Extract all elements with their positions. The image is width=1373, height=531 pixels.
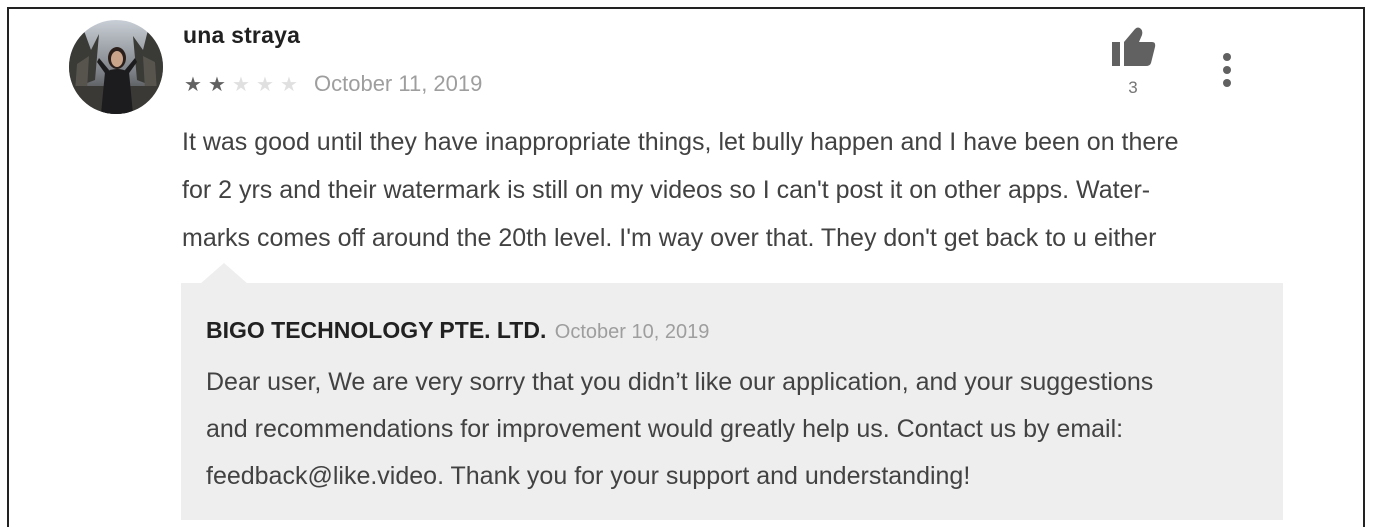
- review-text: It was good until they have inappropriat…: [182, 118, 1272, 262]
- reply-text: Dear user, We are very sorry that you di…: [206, 359, 1266, 500]
- more-vertical-icon[interactable]: [1214, 52, 1240, 90]
- thumbs-up-icon[interactable]: [1110, 25, 1156, 69]
- review-text-line: It was good until they have inappropriat…: [182, 128, 1179, 156]
- avatar[interactable]: [69, 20, 163, 114]
- star-icon: ★: [280, 72, 298, 96]
- reply-text-line: Dear user, We are very sorry that you di…: [206, 368, 1154, 396]
- helpful-count: 3: [1128, 78, 1138, 97]
- star-icon: ★: [256, 72, 274, 96]
- reply-text-line: feedback@like.video. Thank you for your …: [206, 462, 971, 490]
- review-date: October 11, 2019: [314, 71, 483, 96]
- review-author: una straya: [183, 22, 301, 48]
- reply-pointer: [200, 263, 248, 284]
- reply-date: October 10, 2019: [554, 321, 710, 343]
- developer-name: BIGO TECHNOLOGY PTE. LTD.: [206, 317, 547, 343]
- star-icon: ★: [232, 72, 250, 96]
- reply-header: BIGO TECHNOLOGY PTE. LTD. October 10, 20…: [206, 317, 709, 344]
- review-text-line: marks comes off around the 20th level. I…: [182, 224, 1157, 252]
- reply-text-line: and recommendations for improvement woul…: [206, 415, 1124, 443]
- developer-reply: BIGO TECHNOLOGY PTE. LTD. October 10, 20…: [181, 283, 1283, 520]
- star-rating: ★ ★ ★ ★ ★: [184, 70, 304, 98]
- review-text-line: for 2 yrs and their watermark is still o…: [182, 176, 1151, 204]
- star-icon: ★: [208, 72, 226, 96]
- star-icon: ★: [184, 72, 202, 96]
- avatar-photo: [69, 20, 163, 114]
- rating-row: ★ ★ ★ ★ ★ October 11, 2019: [184, 70, 482, 98]
